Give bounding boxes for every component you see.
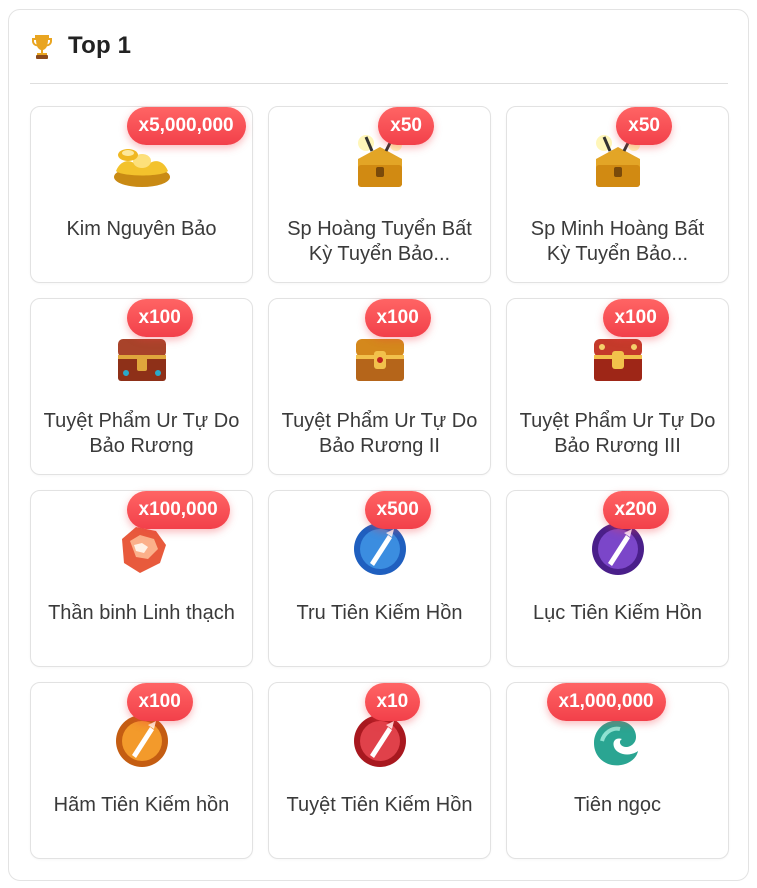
- reward-card[interactable]: x50 Sp Hoàng Tuyển Bất Kỳ Tuyển Bảo...: [268, 106, 491, 283]
- panel-header: Top 1: [30, 32, 131, 60]
- quantity-badge: x100: [126, 299, 193, 337]
- quantity-badge: x5,000,000: [126, 107, 246, 145]
- header-divider: [30, 83, 728, 84]
- reward-grid: x5,000,000 Kim Nguyên Bảo x50 Sp Hoàng T…: [30, 106, 729, 859]
- item-name: Lục Tiên Kiếm Hồn: [533, 602, 702, 624]
- item-name: Tuyệt Tiên Kiếm Hồn: [286, 794, 473, 816]
- reward-card[interactable]: x100 Hãm Tiên Kiếm hồn: [30, 682, 253, 859]
- page-title: Top 1: [68, 32, 132, 59]
- quantity-badge: x100: [364, 299, 431, 337]
- reward-card[interactable]: x50 Sp Minh Hoàng Bất Kỳ Tuyển Bảo...: [506, 106, 729, 283]
- reward-card[interactable]: x1,000,000 Tiên ngọc: [506, 682, 729, 859]
- item-name: Tuyệt Phẩm Ur Tự Do Bảo Rương II: [281, 410, 478, 457]
- item-name: Sp Minh Hoàng Bất Kỳ Tuyển Bảo...: [530, 218, 705, 265]
- quantity-badge: x500: [364, 491, 431, 529]
- quantity-badge: x100: [602, 299, 669, 337]
- reward-card[interactable]: x5,000,000 Kim Nguyên Bảo: [30, 106, 253, 283]
- quantity-badge: x100,000: [126, 491, 230, 529]
- item-name: Tuyệt Phẩm Ur Tự Do Bảo Rương: [43, 410, 240, 457]
- quantity-badge: x200: [602, 491, 669, 529]
- item-name: Hãm Tiên Kiếm hồn: [53, 794, 230, 816]
- quantity-badge: x50: [616, 107, 672, 145]
- reward-card[interactable]: x10 Tuyệt Tiên Kiếm Hồn: [268, 682, 491, 859]
- reward-card[interactable]: x500 Tru Tiên Kiếm Hồn: [268, 490, 491, 667]
- item-name: Sp Hoàng Tuyển Bất Kỳ Tuyển Bảo...: [287, 218, 472, 265]
- item-name: Tiên ngọc: [573, 794, 662, 816]
- reward-card[interactable]: x100,000 Thần binh Linh thạch: [30, 490, 253, 667]
- reward-panel: Top 1 x5,000,000 Kim Nguyên Bảo x50 Sp H…: [8, 9, 749, 881]
- quantity-badge: x50: [378, 107, 434, 145]
- item-name: Tuyệt Phẩm Ur Tự Do Bảo Rương III: [519, 410, 716, 457]
- item-name: Tru Tiên Kiếm Hồn: [296, 602, 463, 624]
- reward-card[interactable]: x100 Tuyệt Phẩm Ur Tự Do Bảo Rương III: [506, 298, 729, 475]
- trophy-icon: [32, 35, 52, 59]
- reward-card[interactable]: x100 Tuyệt Phẩm Ur Tự Do Bảo Rương II: [268, 298, 491, 475]
- item-name: Kim Nguyên Bảo: [66, 218, 217, 240]
- reward-card[interactable]: x200 Lục Tiên Kiếm Hồn: [506, 490, 729, 667]
- quantity-badge: x10: [364, 683, 421, 721]
- quantity-badge: x1,000,000: [546, 683, 666, 721]
- reward-card[interactable]: x100 Tuyệt Phẩm Ur Tự Do Bảo Rương: [30, 298, 253, 475]
- quantity-badge: x100: [126, 683, 193, 721]
- item-name: Thần binh Linh thạch: [48, 602, 235, 624]
